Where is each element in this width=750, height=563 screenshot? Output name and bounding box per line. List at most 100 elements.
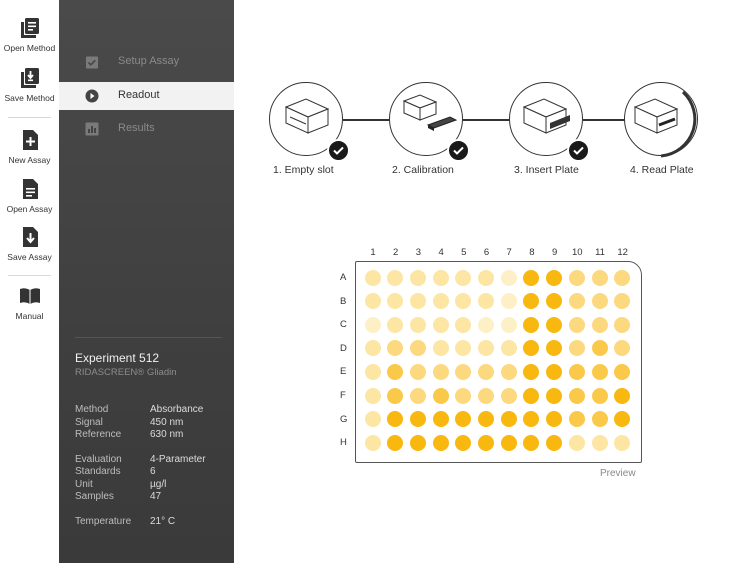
well-A8: [523, 269, 540, 286]
plate-column-label: 6: [483, 247, 490, 258]
info-value: µg/l: [150, 479, 167, 490]
well-A9: [546, 269, 563, 286]
well-D12: [614, 340, 631, 357]
nav-readout[interactable]: Readout: [59, 82, 234, 110]
well-G4: [432, 411, 449, 428]
well-C8: [523, 316, 540, 333]
toolbar-divider: [8, 117, 51, 118]
open-assay-button[interactable]: Open Assay: [0, 178, 59, 214]
well-F8: [523, 387, 540, 404]
well-E9: [546, 363, 563, 380]
plate-column-label: 5: [461, 247, 467, 258]
nav-results[interactable]: Results: [59, 115, 234, 143]
well-D8: [523, 340, 540, 357]
well-G3: [409, 411, 426, 428]
well-C6: [478, 316, 494, 333]
save-assay-label: Save Assay: [7, 252, 52, 262]
well-B1: [364, 293, 381, 310]
well-B11: [591, 293, 608, 310]
well-H4: [432, 434, 449, 451]
step-3-label: 3. Insert Plate: [514, 164, 579, 176]
plate-column-label: 8: [529, 247, 535, 258]
well-D7: [500, 340, 517, 357]
plate-column-label: 11: [595, 247, 605, 258]
step-insert-plate: [509, 82, 590, 162]
info-value: 450 nm: [150, 417, 184, 428]
check-icon: [327, 139, 350, 162]
save-method-button[interactable]: Save Method: [0, 67, 59, 103]
nav-setup-label: Setup Assay: [118, 55, 180, 67]
well-A12: [614, 269, 631, 286]
well-F12: [614, 387, 631, 404]
new-assay-label: New Assay: [8, 155, 51, 165]
well-F4: [432, 387, 449, 404]
well-E6: [478, 363, 494, 380]
nav-setup-assay[interactable]: Setup Assay: [59, 48, 234, 76]
toolbar-divider: [8, 275, 51, 276]
book-icon: [19, 288, 40, 304]
plate-column-label: 3: [415, 247, 422, 258]
save-method-icon: [20, 68, 39, 88]
well-D2: [387, 340, 404, 357]
well-H12: [614, 434, 631, 451]
step-connector: [463, 119, 511, 121]
well-B4: [432, 293, 449, 310]
well-B2: [387, 293, 404, 310]
manual-button[interactable]: Manual: [0, 285, 59, 321]
well-B8: [523, 293, 540, 310]
clipboard-check-icon: [86, 56, 98, 69]
well-G6: [478, 411, 494, 428]
info-key: Temperature: [75, 516, 132, 527]
save-document-icon: [22, 227, 38, 247]
step-connector: [343, 119, 391, 121]
well-D6: [478, 340, 494, 357]
info-key: Standards: [75, 466, 121, 477]
well-B9: [546, 293, 563, 310]
info-value: Absorbance: [150, 404, 204, 415]
well-C12: [614, 316, 631, 333]
well-G1: [364, 411, 381, 428]
well-H1: [364, 434, 381, 451]
well-F11: [591, 387, 608, 404]
well-F6: [478, 387, 494, 404]
well-C3: [409, 316, 426, 333]
well-E3: [409, 363, 426, 380]
save-assay-button[interactable]: Save Assay: [0, 226, 59, 262]
well-G9: [546, 411, 563, 428]
well-E5: [455, 363, 472, 380]
experiment-title: Experiment 512: [75, 351, 160, 365]
well-H3: [409, 434, 426, 451]
well-A10: [568, 269, 585, 286]
well-A11: [591, 269, 608, 286]
check-icon: [567, 139, 590, 162]
plate-column-label: 12: [617, 247, 628, 258]
well-C10: [568, 316, 585, 333]
new-assay-button[interactable]: New Assay: [0, 129, 59, 165]
progress-arc: [660, 90, 697, 158]
well-B5: [455, 293, 472, 310]
well-A3: [409, 269, 426, 286]
well-A2: [387, 269, 404, 286]
plate-row-label: D: [340, 342, 347, 354]
well-H6: [478, 434, 494, 451]
step-2-label: 2. Calibration: [392, 164, 454, 176]
toolbar: Open Method Save Method New Assay Open A…: [0, 0, 59, 563]
plate-column-label: 7: [506, 247, 512, 258]
well-B6: [478, 293, 494, 310]
info-value: 6: [150, 466, 156, 477]
well-F3: [409, 387, 426, 404]
well-F9: [546, 387, 563, 404]
plate-row-label: A: [340, 272, 347, 283]
bar-chart-icon: [85, 122, 99, 136]
plate-column-label: 9: [551, 247, 558, 258]
well-G12: [614, 411, 631, 428]
plate-row-label: C: [340, 319, 347, 331]
open-assay-label: Open Assay: [6, 204, 53, 214]
well-C7: [500, 316, 517, 333]
open-method-button[interactable]: Open Method: [0, 17, 59, 53]
well-A7: [500, 269, 517, 286]
plate-column-label: 2: [393, 247, 399, 258]
preview-label: Preview: [600, 468, 636, 479]
well-F1: [364, 387, 381, 404]
well-C9: [546, 316, 563, 333]
